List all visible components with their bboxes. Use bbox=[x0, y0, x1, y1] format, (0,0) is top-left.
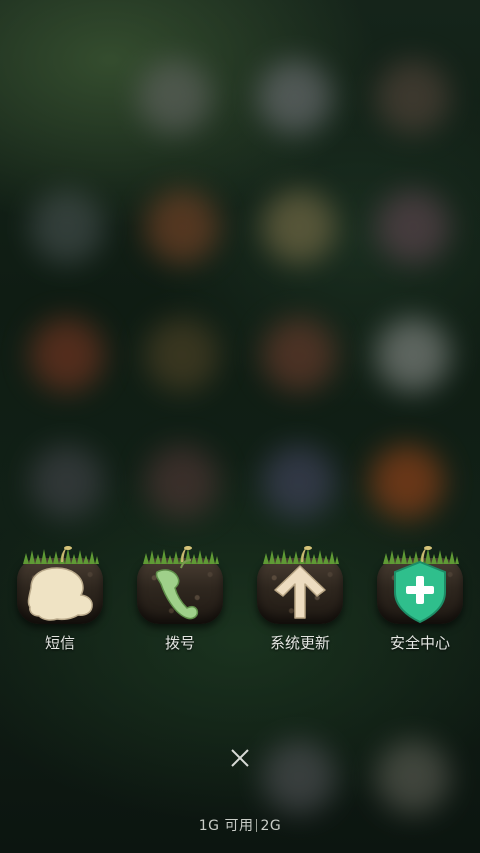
blurred-background-icon bbox=[376, 60, 450, 134]
blurred-background-icon bbox=[262, 318, 336, 392]
close-icon bbox=[231, 749, 249, 767]
blurred-background-icon bbox=[262, 190, 336, 264]
blurred-background-icon bbox=[30, 190, 104, 264]
security-center-app-tile[interactable] bbox=[377, 540, 463, 628]
blurred-background-icon bbox=[262, 740, 336, 814]
memory-total: 2G bbox=[260, 818, 282, 834]
system-update-app-tile[interactable] bbox=[257, 540, 343, 628]
app-label: 短信 bbox=[44, 634, 75, 652]
blurred-background-icon bbox=[258, 60, 332, 134]
phone-sprout-icon bbox=[155, 559, 199, 620]
memory-status: 1G 可用 2G bbox=[0, 815, 480, 835]
recent-app-security-center[interactable]: 安全中心 bbox=[372, 540, 468, 653]
recent-apps-screen: 短信 拨号 系统更新 安全中心 1G 可用 2G bbox=[0, 0, 480, 853]
speech-bubble-icon bbox=[27, 567, 93, 621]
clear-all-button[interactable] bbox=[220, 738, 260, 778]
blurred-background-icon bbox=[145, 445, 219, 519]
blurred-background-icon bbox=[145, 190, 219, 264]
app-label: 拨号 bbox=[164, 634, 195, 652]
blurred-background-icon bbox=[138, 60, 212, 134]
blurred-background-icon bbox=[370, 445, 444, 519]
blurred-background-icon bbox=[30, 445, 104, 519]
sms-app-tile[interactable] bbox=[17, 540, 103, 628]
blurred-background-icon bbox=[376, 190, 450, 264]
blurred-background-icon bbox=[145, 318, 219, 392]
blurred-background-icon bbox=[376, 318, 450, 392]
memory-divider bbox=[256, 819, 258, 832]
app-label: 安全中心 bbox=[389, 634, 450, 652]
shield-plus-icon bbox=[394, 560, 446, 624]
app-label: 系统更新 bbox=[269, 634, 330, 652]
blurred-background-icon bbox=[30, 318, 104, 392]
memory-available: 1G 可用 bbox=[198, 818, 254, 834]
dialer-app-tile[interactable] bbox=[137, 540, 223, 628]
recent-app-sms[interactable]: 短信 bbox=[12, 540, 108, 653]
up-arrow-icon bbox=[274, 565, 326, 619]
blurred-background-icon bbox=[262, 445, 336, 519]
recent-app-dialer[interactable]: 拨号 bbox=[132, 540, 228, 653]
recent-apps-list: 短信 拨号 系统更新 安全中心 bbox=[0, 540, 480, 660]
recent-app-system-update[interactable]: 系统更新 bbox=[252, 540, 348, 653]
blurred-background-icon bbox=[376, 740, 450, 814]
